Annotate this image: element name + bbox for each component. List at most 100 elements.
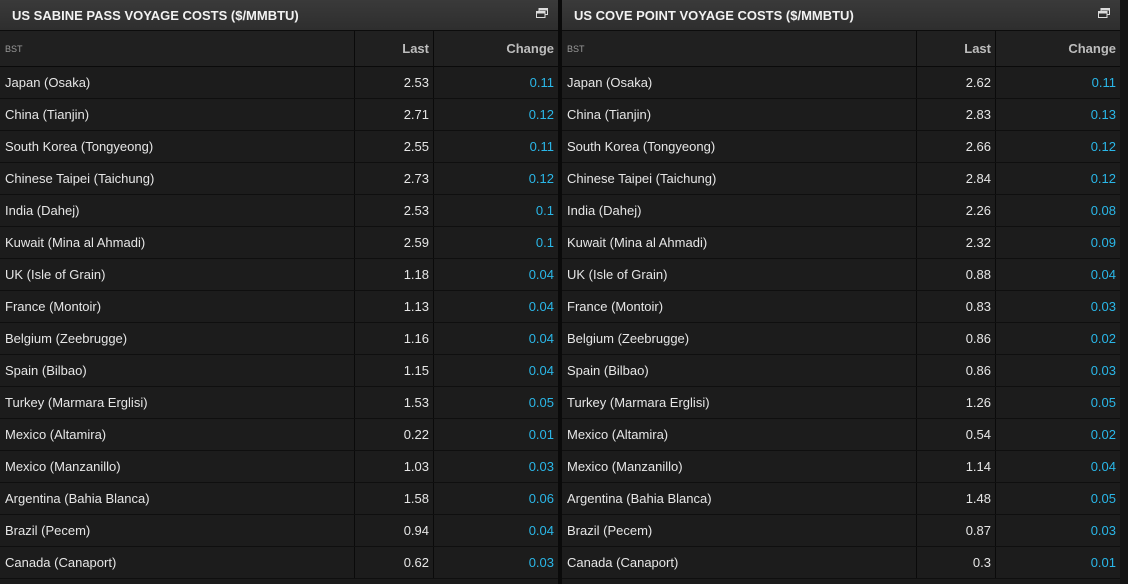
- table-row[interactable]: Brazil (Pecem) 0.94 0.04: [0, 515, 558, 547]
- region-name-cell: Turkey (Marmara Erglisi): [0, 387, 355, 418]
- region-name-cell: Kuwait (Mina al Ahmadi): [562, 227, 917, 258]
- change-value-cell: 0.05: [528, 395, 554, 410]
- table-row[interactable]: South Korea (Tongyeong) 2.66 0.12: [562, 131, 1120, 163]
- table-row[interactable]: Mexico (Manzanillo) 1.14 0.04: [562, 451, 1120, 483]
- region-name-cell: UK (Isle of Grain): [0, 259, 355, 290]
- region-name-cell: Belgium (Zeebrugge): [562, 323, 917, 354]
- region-name-cell: Argentina (Bahia Blanca): [0, 483, 355, 514]
- table-row[interactable]: China (Tianjin) 2.71 0.12: [0, 99, 558, 131]
- change-value-cell: 0.13: [1090, 107, 1116, 122]
- table-row[interactable]: Turkey (Marmara Erglisi) 1.53 0.05: [0, 387, 558, 419]
- region-name-cell: Kuwait (Mina al Ahmadi): [0, 227, 355, 258]
- change-value-cell: 0.02: [1090, 427, 1116, 442]
- change-value-cell: 0.06: [528, 491, 554, 506]
- last-value-cell: 0.83: [917, 291, 996, 322]
- sabine-pass-panel: US SABINE PASS VOYAGE COSTS ($/MMBTU) BS…: [0, 0, 558, 584]
- region-name-cell: South Korea (Tongyeong): [562, 131, 917, 162]
- table-row[interactable]: Belgium (Zeebrugge) 1.16 0.04: [0, 323, 558, 355]
- table-row[interactable]: India (Dahej) 2.26 0.08: [562, 195, 1120, 227]
- change-value-cell: 0.04: [1090, 459, 1116, 474]
- change-value-cell: 0.11: [1091, 75, 1116, 90]
- change-column-header[interactable]: Change: [996, 31, 1120, 66]
- region-name-cell: UK (Isle of Grain): [562, 259, 917, 290]
- popout-window-icon[interactable]: [1098, 8, 1110, 18]
- region-name-cell: China (Tianjin): [0, 99, 355, 130]
- table-header-row: BST Last Change: [0, 31, 558, 67]
- change-value-cell: 0.1: [535, 203, 554, 218]
- region-name-cell: Mexico (Altamira): [0, 419, 355, 450]
- last-value-cell: 2.66: [917, 131, 996, 162]
- table-row[interactable]: France (Montoir) 0.83 0.03: [562, 291, 1120, 323]
- region-name-cell: China (Tianjin): [562, 99, 917, 130]
- last-value-cell: 2.55: [355, 131, 434, 162]
- table-row[interactable]: Spain (Bilbao) 0.86 0.03: [562, 355, 1120, 387]
- table-header-row: BST Last Change: [562, 31, 1120, 67]
- table-row[interactable]: Japan (Osaka) 2.62 0.11: [562, 67, 1120, 99]
- region-name-cell: Brazil (Pecem): [0, 515, 355, 546]
- last-value-cell: 0.87: [917, 515, 996, 546]
- change-value-cell: 0.11: [529, 139, 554, 154]
- change-value-cell: 0.04: [528, 523, 554, 538]
- voyage-cost-table: BST Last Change Japan (Osaka) 2.53 0.11 Chi…: [0, 31, 558, 579]
- table-row[interactable]: Mexico (Altamira) 0.54 0.02: [562, 419, 1120, 451]
- region-name-cell: India (Dahej): [562, 195, 917, 226]
- last-value-cell: 0.94: [355, 515, 434, 546]
- table-row[interactable]: India (Dahej) 2.53 0.1: [0, 195, 558, 227]
- table-row[interactable]: Kuwait (Mina al Ahmadi) 2.59 0.1: [0, 227, 558, 259]
- last-column-header[interactable]: Last: [355, 31, 434, 66]
- region-name-cell: Belgium (Zeebrugge): [0, 323, 355, 354]
- last-value-cell: 1.48: [917, 483, 996, 514]
- last-value-cell: 2.32: [917, 227, 996, 258]
- last-value-cell: 2.83: [917, 99, 996, 130]
- change-value-cell: 0.03: [1090, 299, 1116, 314]
- region-name-cell: Canada (Canaport): [562, 547, 917, 578]
- vertical-scrollbar[interactable]: [1120, 0, 1128, 584]
- last-value-cell: 0.54: [917, 419, 996, 450]
- change-value-cell: 0.04: [528, 299, 554, 314]
- region-name-cell: Spain (Bilbao): [562, 355, 917, 386]
- region-name-cell: Turkey (Marmara Erglisi): [562, 387, 917, 418]
- table-row[interactable]: Canada (Canaport) 0.3 0.01: [562, 547, 1120, 579]
- table-row[interactable]: Canada (Canaport) 0.62 0.03: [0, 547, 558, 579]
- region-name-cell: Chinese Taipei (Taichung): [562, 163, 917, 194]
- popout-window-icon[interactable]: [536, 8, 548, 18]
- table-row[interactable]: Brazil (Pecem) 0.87 0.03: [562, 515, 1120, 547]
- table-row[interactable]: Kuwait (Mina al Ahmadi) 2.32 0.09: [562, 227, 1120, 259]
- change-value-cell: 0.04: [1090, 267, 1116, 282]
- last-value-cell: 1.15: [355, 355, 434, 386]
- change-value-cell: 0.01: [1090, 555, 1116, 570]
- table-row[interactable]: UK (Isle of Grain) 1.18 0.04: [0, 259, 558, 291]
- table-row[interactable]: Turkey (Marmara Erglisi) 1.26 0.05: [562, 387, 1120, 419]
- change-value-cell: 0.05: [1090, 491, 1116, 506]
- change-value-cell: 0.1: [535, 235, 554, 250]
- table-row[interactable]: Belgium (Zeebrugge) 0.86 0.02: [562, 323, 1120, 355]
- last-value-cell: 2.73: [355, 163, 434, 194]
- table-row[interactable]: France (Montoir) 1.13 0.04: [0, 291, 558, 323]
- region-name-cell: France (Montoir): [562, 291, 917, 322]
- last-value-cell: 0.22: [355, 419, 434, 450]
- table-row[interactable]: Japan (Osaka) 2.53 0.11: [0, 67, 558, 99]
- change-value-cell: 0.12: [1090, 171, 1116, 186]
- last-value-cell: 0.88: [917, 259, 996, 290]
- region-name-cell: Mexico (Altamira): [562, 419, 917, 450]
- table-row[interactable]: China (Tianjin) 2.83 0.13: [562, 99, 1120, 131]
- table-row[interactable]: Mexico (Manzanillo) 1.03 0.03: [0, 451, 558, 483]
- table-row[interactable]: Chinese Taipei (Taichung) 2.73 0.12: [0, 163, 558, 195]
- region-name-cell: France (Montoir): [0, 291, 355, 322]
- last-value-cell: 1.03: [355, 451, 434, 482]
- table-row[interactable]: South Korea (Tongyeong) 2.55 0.11: [0, 131, 558, 163]
- change-value-cell: 0.09: [1090, 235, 1116, 250]
- last-column-header[interactable]: Last: [917, 31, 996, 66]
- table-row[interactable]: Argentina (Bahia Blanca) 1.48 0.05: [562, 483, 1120, 515]
- table-row[interactable]: Argentina (Bahia Blanca) 1.58 0.06: [0, 483, 558, 515]
- last-value-cell: 1.18: [355, 259, 434, 290]
- table-row[interactable]: Spain (Bilbao) 1.15 0.04: [0, 355, 558, 387]
- table-row[interactable]: Chinese Taipei (Taichung) 2.84 0.12: [562, 163, 1120, 195]
- table-row[interactable]: UK (Isle of Grain) 0.88 0.04: [562, 259, 1120, 291]
- region-name-cell: South Korea (Tongyeong): [0, 131, 355, 162]
- region-name-cell: India (Dahej): [0, 195, 355, 226]
- change-column-header[interactable]: Change: [434, 31, 558, 66]
- last-value-cell: 0.86: [917, 355, 996, 386]
- table-row[interactable]: Mexico (Altamira) 0.22 0.01: [0, 419, 558, 451]
- panel-header: US SABINE PASS VOYAGE COSTS ($/MMBTU): [0, 0, 558, 31]
